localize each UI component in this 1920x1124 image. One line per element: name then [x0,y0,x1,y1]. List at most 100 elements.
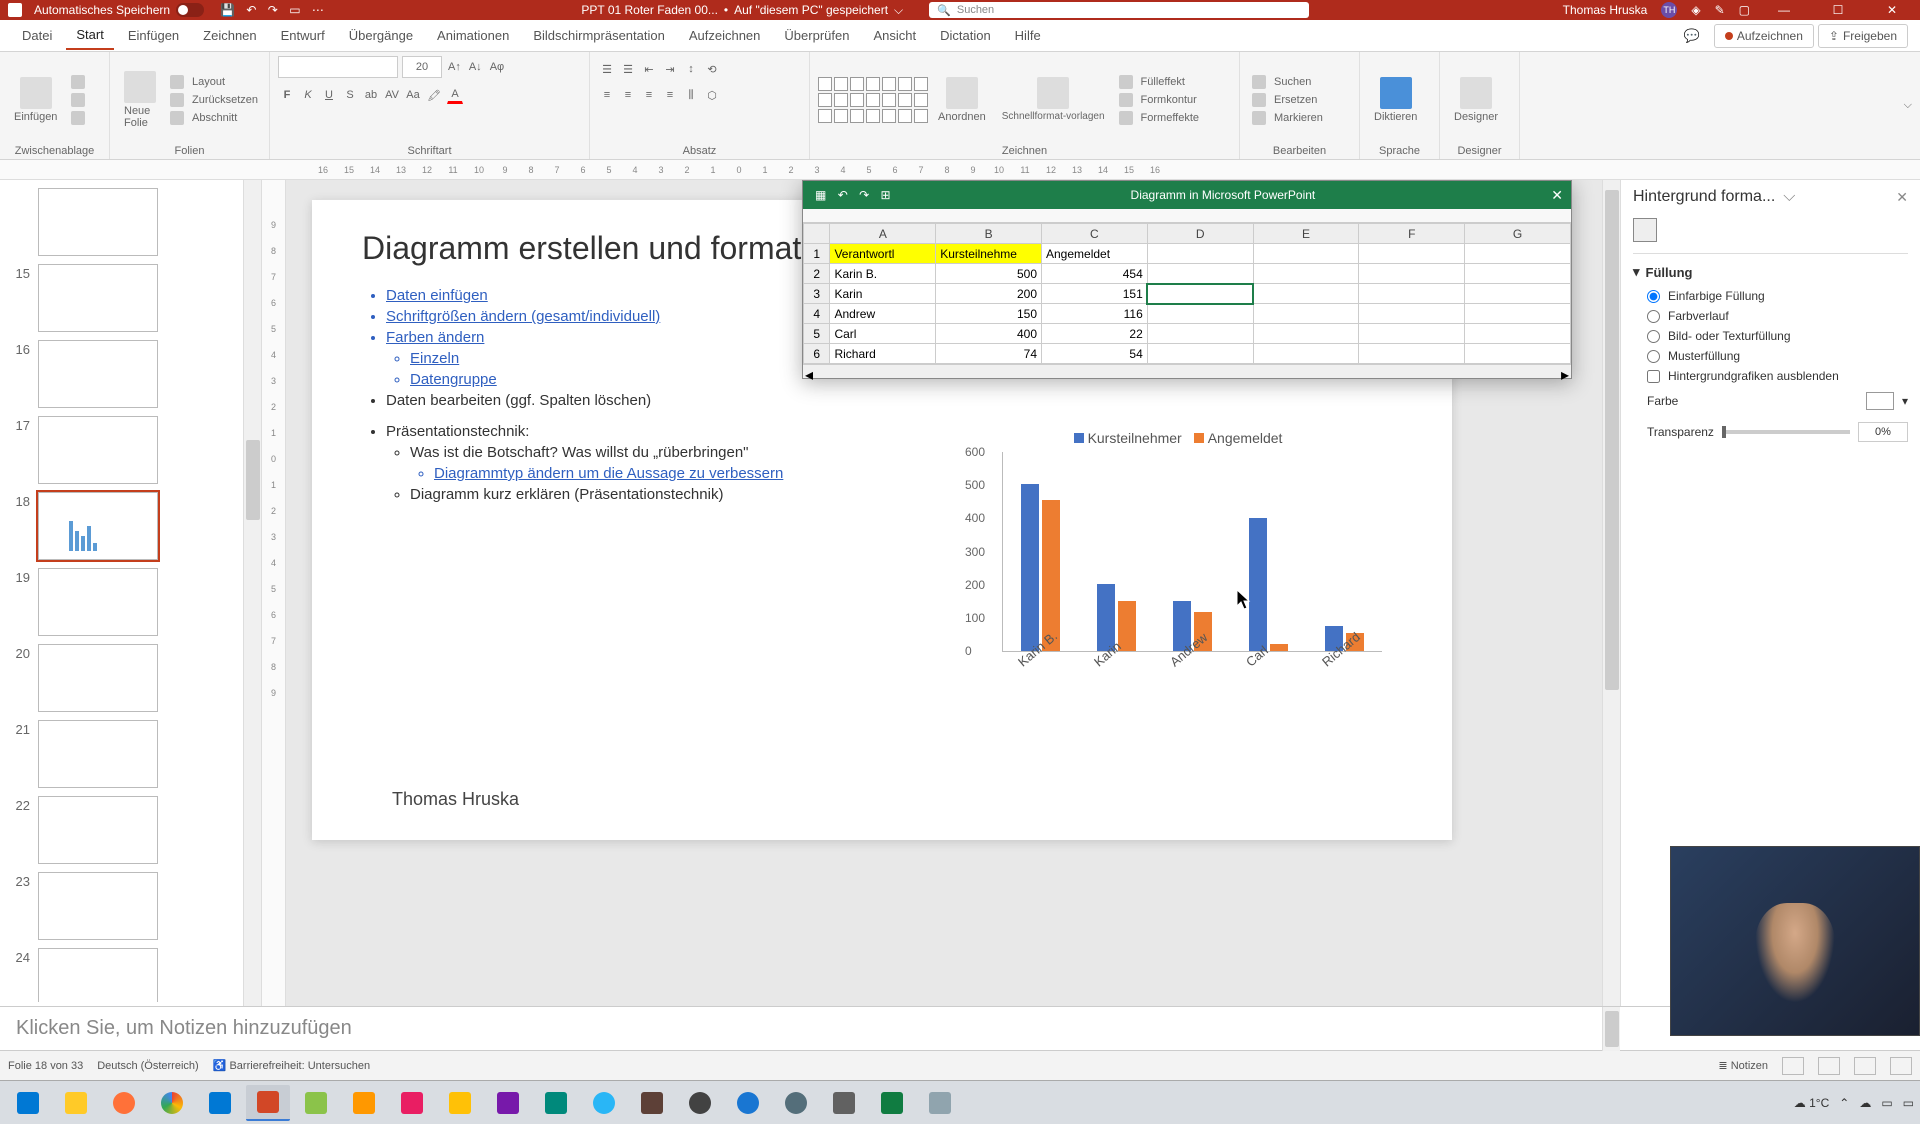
tray-chevron-icon[interactable]: ⌃ [1839,1096,1849,1110]
solid-fill-radio[interactable]: Einfarbige Füllung [1633,286,1908,306]
excel-row-header[interactable]: 4 [804,304,830,324]
excel-col-header[interactable]: B [936,224,1042,244]
designer-button[interactable]: Designer [1448,75,1504,125]
excel-cell[interactable]: Verantwortl [830,244,936,264]
tab-aufzeichnen[interactable]: Aufzeichnen [679,22,771,49]
comments-icon[interactable]: 💬 [1684,28,1700,44]
find-button[interactable]: Suchen [1248,74,1331,90]
excel-close-button[interactable]: ✕ [1551,187,1563,204]
layout-button[interactable]: Layout [166,74,266,90]
excel-cell[interactable]: 54 [1042,344,1148,364]
taskbar-app-9[interactable] [726,1085,770,1121]
shape-outline-button[interactable]: Formkontur [1115,92,1208,108]
accessibility-status[interactable]: ♿ Barrierefreiheit: Untersuchen [213,1059,370,1072]
excel-cell[interactable]: Karin B. [830,264,936,284]
justify-button[interactable]: ≡ [661,86,679,104]
excel-cell[interactable] [1465,264,1571,284]
excel-cell[interactable] [1359,264,1465,284]
excel-undo-icon[interactable]: ↶ [838,188,848,202]
thumbnail[interactable] [38,796,158,864]
share-button[interactable]: ⇪Freigeben [1818,24,1908,48]
excel-button[interactable] [870,1085,914,1121]
tab-start[interactable]: Start [66,21,113,50]
highlight-button[interactable]: 🖍 [425,86,443,104]
indent-button[interactable]: ⇥ [661,60,679,78]
gradient-fill-radio[interactable]: Farbverlauf [1633,306,1908,326]
tab-animationen[interactable]: Animationen [427,22,519,49]
outdent-button[interactable]: ⇤ [640,60,658,78]
battery-icon[interactable]: ▭ [1881,1096,1892,1110]
taskbar-app-1[interactable] [294,1085,338,1121]
taskbar-app-7[interactable] [630,1085,674,1121]
slideshow-view-button[interactable] [1890,1057,1912,1075]
tab-zeichnen[interactable]: Zeichnen [193,22,266,49]
excel-cell[interactable]: Carl [830,324,936,344]
onedrive-icon[interactable]: ☁ [1859,1096,1871,1110]
pen-icon[interactable]: ✎ [1715,3,1725,17]
autosave-toggle[interactable]: Automatisches Speichern [34,3,204,17]
thumbnail-row[interactable]: 16 [6,336,261,412]
numbering-button[interactable]: ☰ [619,60,637,78]
replace-button[interactable]: Ersetzen [1248,92,1331,108]
shrink-font-icon[interactable]: A↓ [467,59,484,75]
thumbnail-row[interactable] [6,184,261,260]
tab-ueberpruefen[interactable]: Überprüfen [774,22,859,49]
tab-uebergaenge[interactable]: Übergänge [339,22,423,49]
thumbnail[interactable] [38,720,158,788]
case-button[interactable]: Aa [404,86,422,104]
align-left-button[interactable]: ≡ [598,86,616,104]
clear-format-icon[interactable]: Aφ [488,59,506,75]
tab-bildschirm[interactable]: Bildschirmpräsentation [523,22,675,49]
close-button[interactable]: ✕ [1872,0,1912,20]
excel-h-scrollbar[interactable]: ◂ ▸ [803,364,1571,378]
excel-redo-icon[interactable]: ↷ [859,188,869,202]
tray-icon[interactable]: ▭ [1903,1096,1914,1110]
thumbnail-row[interactable]: 20 [6,640,261,716]
sorter-view-button[interactable] [1818,1057,1840,1075]
excel-cell[interactable]: 150 [936,304,1042,324]
user-avatar[interactable]: TH [1661,2,1677,18]
smartart-button[interactable]: ⬡ [703,86,721,104]
language-status[interactable]: Deutsch (Österreich) [97,1060,198,1072]
excel-cell[interactable]: 200 [936,284,1042,304]
pattern-fill-radio[interactable]: Musterfüllung [1633,346,1908,366]
pane-dropdown-icon[interactable]: ⌵ [1783,188,1795,206]
excel-cell[interactable]: Karin [830,284,936,304]
strike-button[interactable]: S [341,86,359,104]
excel-cell[interactable] [1359,344,1465,364]
maximize-button[interactable]: ☐ [1818,0,1858,20]
thumbnail[interactable] [38,872,158,940]
firefox-button[interactable] [102,1085,146,1121]
thumbnail[interactable] [38,948,158,1002]
excel-cell[interactable] [1359,324,1465,344]
taskbar-app-4[interactable] [438,1085,482,1121]
tab-entwurf[interactable]: Entwurf [271,22,335,49]
thumbnail-row[interactable]: 21 [6,716,261,792]
collapse-ribbon-icon[interactable]: ⌵ [1896,95,1920,116]
slideshow-icon[interactable]: ▭ [289,3,300,17]
excel-cell[interactable]: 116 [1042,304,1148,324]
tab-hilfe[interactable]: Hilfe [1005,22,1051,49]
section-button[interactable]: Abschnitt [166,110,266,126]
text-direction-button[interactable]: ⟲ [703,60,721,78]
excel-cell[interactable]: 400 [936,324,1042,344]
excel-col-header[interactable]: A [830,224,936,244]
line-spacing-button[interactable]: ↕ [682,60,700,78]
thumbnail-row[interactable]: 19 [6,564,261,640]
username[interactable]: Thomas Hruska [1563,3,1648,17]
shadow-button[interactable]: ab [362,86,380,104]
shape-effects-button[interactable]: Formeffekte [1115,110,1208,126]
excel-cell[interactable]: Angemeldet [1042,244,1148,264]
excel-titlebar[interactable]: ▦ ↶ ↷ ⊞ Diagramm in Microsoft PowerPoint… [803,181,1571,209]
author-name[interactable]: Thomas Hruska [392,789,519,810]
thumbnail[interactable] [38,340,158,408]
excel-row-header[interactable]: 5 [804,324,830,344]
thumbnail-row[interactable]: 17 [6,412,261,488]
paste-button[interactable]: Einfügen [8,75,63,125]
picture-fill-radio[interactable]: Bild- oder Texturfüllung [1633,326,1908,346]
excel-row-header[interactable]: 6 [804,344,830,364]
thumbnail-row[interactable]: 22 [6,792,261,868]
slide-canvas[interactable]: 9876543210123456789 Diagramm erstellen u… [262,180,1620,1006]
align-right-button[interactable]: ≡ [640,86,658,104]
excel-cell[interactable] [1147,264,1253,284]
